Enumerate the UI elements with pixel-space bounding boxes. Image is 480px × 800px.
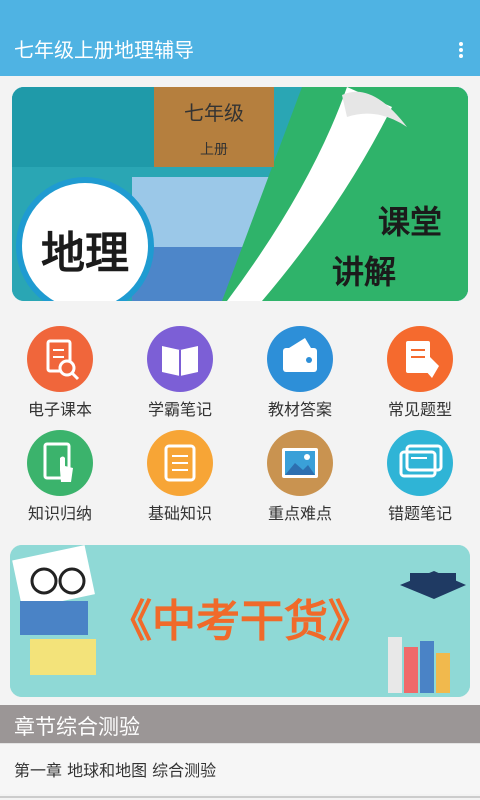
section-header: 章节综合测验 (0, 705, 480, 743)
grid-item-answers[interactable]: 教材答案 (240, 326, 360, 426)
grid-item-label: 错题笔记 (387, 504, 452, 523)
grid-item-label: 教材答案 (267, 400, 332, 419)
open-book-icon (147, 326, 213, 392)
app-bar: 七年级上册地理辅导 (0, 0, 480, 76)
subject-text: 地理 (41, 228, 129, 279)
list-item-label: 第一章 地球和地图 综合测验 (14, 761, 217, 780)
grid-item-label: 常见题型 (387, 400, 452, 419)
grid-item-question-types[interactable]: 常见题型 (360, 326, 480, 426)
grid-item-label: 学霸笔记 (147, 400, 212, 419)
hand-doc-icon (27, 430, 93, 496)
more-options-icon[interactable] (456, 40, 466, 60)
grid-item-summary[interactable]: 知识归纳 (0, 430, 120, 530)
grid-item-label: 基础知识 (147, 504, 212, 523)
exam-banner[interactable]: 《中考干货》 (10, 545, 470, 697)
grid-item-label: 重点难点 (267, 504, 332, 523)
banner-title: 《中考干货》 (108, 596, 372, 647)
grid-item-notes[interactable]: 学霸笔记 (120, 326, 240, 426)
grid-item-textbook[interactable]: 电子课本 (0, 326, 120, 426)
divider (0, 796, 480, 798)
book-cover: 七年级 上册 (154, 87, 274, 167)
magnifier-doc-icon (27, 326, 93, 392)
list-doc-icon (147, 430, 213, 496)
list-item[interactable]: 第一章 地球和地图 综合测验 (0, 743, 480, 794)
volume-text: 上册 (200, 142, 228, 158)
grid-item-key-points[interactable]: 重点难点 (240, 430, 360, 530)
hero-banner[interactable]: 七年级 上册 地理 课堂 讲解 (12, 87, 468, 301)
hero-tag-line1: 课堂 (377, 203, 442, 241)
grid-item-label: 电子课本 (27, 400, 92, 419)
hero-tag-line2: 讲解 (331, 253, 396, 291)
cards-icon (387, 430, 453, 496)
pencil-doc-icon (387, 326, 453, 392)
grid-item-basics[interactable]: 基础知识 (120, 430, 240, 530)
grid-item-label: 知识归纳 (27, 504, 92, 523)
section-title: 章节综合测验 (14, 715, 140, 739)
wallet-icon (267, 326, 333, 392)
grade-text: 七年级 (184, 101, 244, 125)
grid-item-mistakes[interactable]: 错题笔记 (360, 430, 480, 530)
picture-icon (267, 430, 333, 496)
app-title: 七年级上册地理辅导 (14, 38, 194, 62)
subject-badge: 地理 (22, 183, 148, 301)
